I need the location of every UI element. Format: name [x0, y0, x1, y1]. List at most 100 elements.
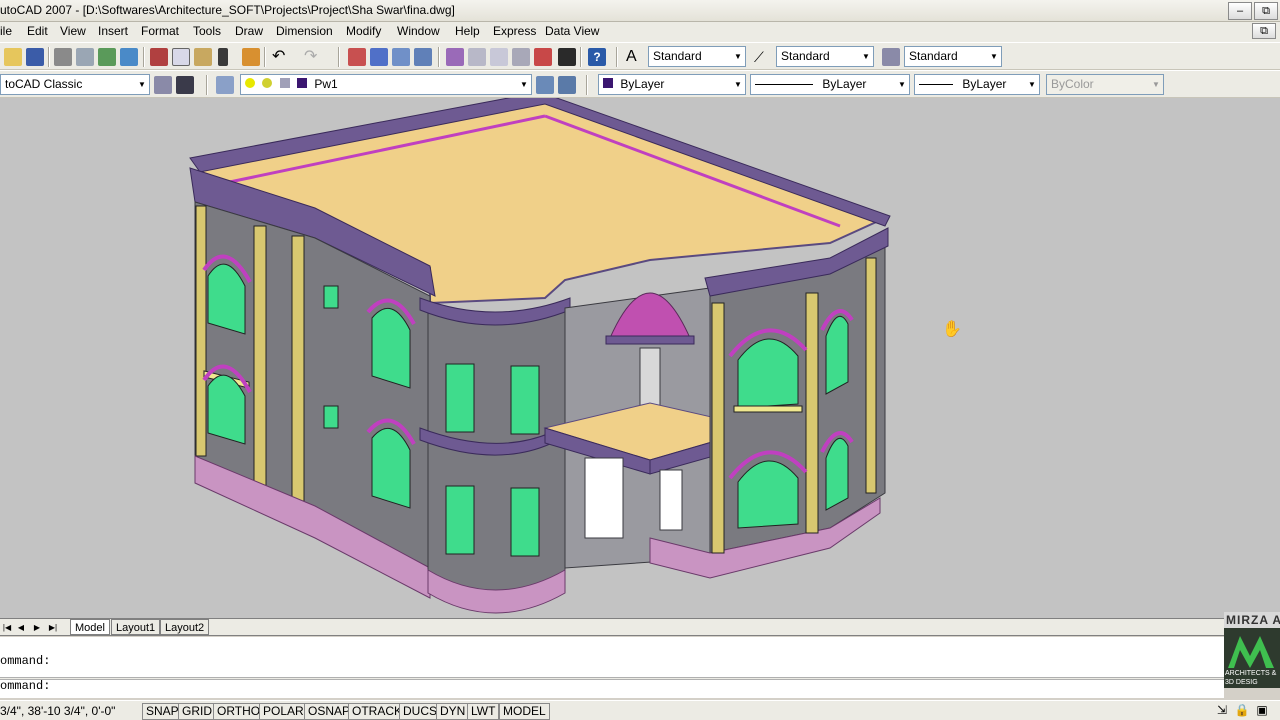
- linetype-preview: [755, 84, 813, 86]
- menu-edit[interactable]: Edit: [27, 24, 48, 38]
- zoom-previous-icon[interactable]: [414, 48, 432, 66]
- plot-icon[interactable]: [54, 48, 72, 66]
- block-editor-icon[interactable]: [242, 48, 260, 66]
- chevron-down-icon: ▼: [731, 75, 745, 94]
- drawing-area[interactable]: ✋: [0, 98, 1280, 618]
- properties-icon[interactable]: [446, 48, 464, 66]
- color-control-select[interactable]: ByLayer ▼: [598, 74, 746, 95]
- markup-icon[interactable]: [534, 48, 552, 66]
- menu-format[interactable]: Format: [141, 24, 179, 38]
- text-style-icon[interactable]: A: [626, 48, 644, 66]
- menu-express[interactable]: Express: [493, 24, 536, 38]
- toolbar-separator: [264, 47, 266, 67]
- chevron-down-icon: ▼: [895, 75, 909, 94]
- porch-opening: [584, 457, 624, 539]
- pan-realtime-icon[interactable]: [348, 48, 366, 66]
- tool-palettes-icon[interactable]: [490, 48, 508, 66]
- command-window[interactable]: ommand: ommand:: [0, 637, 1224, 698]
- lineweight-control-select[interactable]: ByLayer ▼: [914, 74, 1040, 95]
- menu-data-view[interactable]: Data View: [545, 24, 599, 38]
- ducs-toggle[interactable]: DUCS: [399, 703, 442, 720]
- 3d-dwf-icon[interactable]: [120, 48, 138, 66]
- layer-select[interactable]: Pw1 ▼: [240, 74, 532, 95]
- linetype-control-select[interactable]: ByLayer ▼: [750, 74, 910, 95]
- corner-quoin: [253, 225, 267, 487]
- layer-previous-icon[interactable]: [558, 76, 576, 94]
- menu-dimension[interactable]: Dimension: [276, 24, 333, 38]
- minimize-button[interactable]: –: [1228, 2, 1252, 20]
- menu-view[interactable]: View: [60, 24, 86, 38]
- publish-icon[interactable]: [98, 48, 116, 66]
- chevron-down-icon: ▼: [1025, 75, 1039, 94]
- lwt-toggle[interactable]: LWT: [467, 703, 500, 720]
- model-toggle[interactable]: MODEL: [499, 703, 550, 720]
- make-layer-current-icon[interactable]: [536, 76, 554, 94]
- layer-manager-icon[interactable]: [216, 76, 234, 94]
- doc-restore-button[interactable]: ⧉: [1252, 23, 1276, 39]
- table-style-select[interactable]: Standard ▼: [904, 46, 1002, 67]
- corner-quoin: [711, 302, 725, 554]
- lock-icon[interactable]: 🔒: [1234, 702, 1250, 718]
- workspace-save-icon[interactable]: [176, 76, 194, 94]
- zoom-realtime-icon[interactable]: [370, 48, 388, 66]
- undo-icon[interactable]: ↶: [272, 48, 290, 66]
- menu-draw[interactable]: Draw: [235, 24, 263, 38]
- tab-layout2[interactable]: Layout2: [160, 619, 210, 635]
- match-properties-icon[interactable]: [218, 48, 228, 66]
- last-tab-icon[interactable]: ▶|: [46, 621, 60, 634]
- lineweight-preview: [919, 84, 953, 86]
- dim-style-icon[interactable]: ⟋: [754, 48, 772, 66]
- workspace-select[interactable]: toCAD Classic ▼: [0, 74, 150, 95]
- copy-icon[interactable]: [172, 48, 190, 66]
- save-icon[interactable]: [26, 48, 44, 66]
- color-swatch: [603, 78, 613, 88]
- qnew-icon[interactable]: [4, 48, 22, 66]
- osnap-toggle[interactable]: OSNAP: [304, 703, 355, 720]
- next-tab-icon[interactable]: ▶: [30, 621, 44, 634]
- otrack-toggle[interactable]: OTRACK: [348, 703, 407, 720]
- layer-lock-icon[interactable]: [279, 78, 290, 88]
- layer-thaw-icon[interactable]: [262, 78, 273, 88]
- workspace-settings-icon[interactable]: [154, 76, 172, 94]
- table-style-icon[interactable]: [882, 48, 900, 66]
- dim-style-select[interactable]: Standard ▼: [776, 46, 874, 67]
- paste-icon[interactable]: [194, 48, 212, 66]
- menu-insert[interactable]: Insert: [98, 24, 128, 38]
- plot-preview-icon[interactable]: [76, 48, 94, 66]
- tab-model[interactable]: Model: [70, 619, 110, 635]
- logo-line2: 3D DESIG: [1225, 679, 1258, 686]
- restore-button[interactable]: ⧉: [1254, 2, 1278, 20]
- arched-window: [820, 431, 854, 511]
- prev-tab-icon[interactable]: ◀: [14, 621, 28, 634]
- watermark-logo: MIRZA A ARCHITECTS & 3D DESIG: [1224, 612, 1280, 688]
- cut-icon[interactable]: [150, 48, 168, 66]
- snap-toggle[interactable]: SNAP: [142, 703, 183, 720]
- dyn-toggle[interactable]: DYN: [436, 703, 470, 720]
- coordinate-readout[interactable]: 3/4", 38'-10 3/4", 0'-0": [0, 704, 115, 718]
- calculator-icon[interactable]: [558, 48, 576, 66]
- chevron-down-icon: ▼: [517, 75, 531, 94]
- polar-toggle[interactable]: POLAR: [259, 703, 308, 720]
- toolbar-separator: [616, 47, 618, 67]
- ortho-toggle[interactable]: ORTHO: [213, 703, 265, 720]
- zoom-window-icon[interactable]: [392, 48, 410, 66]
- help-icon[interactable]: ?: [588, 48, 606, 66]
- text-style-select[interactable]: Standard ▼: [648, 46, 746, 67]
- redo-icon[interactable]: ↷: [304, 48, 322, 66]
- menu-file[interactable]: ile: [0, 24, 12, 38]
- sheet-set-icon[interactable]: [512, 48, 530, 66]
- menu-modify[interactable]: Modify: [346, 24, 381, 38]
- menu-window[interactable]: Window: [397, 24, 440, 38]
- menu-tools[interactable]: Tools: [193, 24, 221, 38]
- tab-layout1[interactable]: Layout1: [111, 619, 161, 635]
- first-tab-icon[interactable]: |◀: [0, 621, 14, 634]
- clean-screen-icon[interactable]: ▣: [1254, 702, 1270, 718]
- design-center-icon[interactable]: [468, 48, 486, 66]
- command-prompt[interactable]: ommand:: [0, 679, 50, 693]
- corner-quoin: [195, 205, 207, 457]
- communication-center-icon[interactable]: ⇲: [1214, 702, 1230, 718]
- layer-on-icon[interactable]: [245, 78, 255, 88]
- menu-help[interactable]: Help: [455, 24, 480, 38]
- grid-toggle[interactable]: GRID: [178, 703, 216, 720]
- plotstyle-control-select: ByColor ▼: [1046, 74, 1164, 95]
